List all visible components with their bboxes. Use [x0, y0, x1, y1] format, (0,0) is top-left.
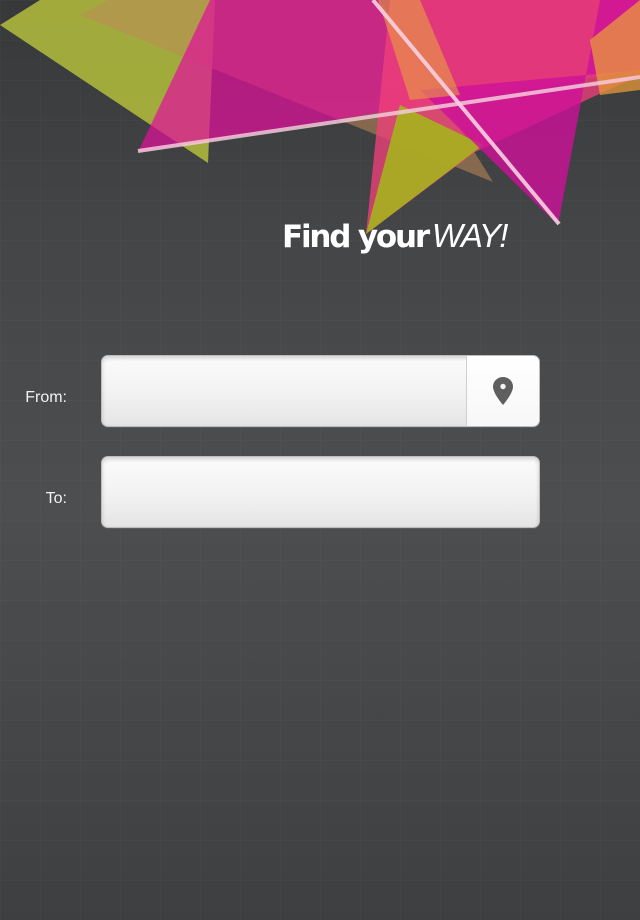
to-label: To:	[45, 490, 67, 507]
to-input[interactable]	[102, 457, 539, 527]
title-italic: WAY!	[431, 217, 509, 254]
highlight-stripe-diagonal	[371, 0, 561, 226]
orange-triangle	[590, 0, 640, 95]
to-field[interactable]	[101, 456, 540, 528]
locate-button[interactable]	[466, 356, 539, 426]
from-field[interactable]	[101, 355, 540, 427]
highlight-stripe-horizontal	[137, 75, 640, 153]
olive-triangle-left	[0, 0, 215, 163]
decorative-triangles	[0, 0, 640, 234]
magenta-triangle-right	[420, 0, 640, 225]
from-label: From:	[25, 389, 67, 406]
from-input[interactable]	[102, 356, 468, 426]
app-title: Find your WAY!	[282, 213, 509, 259]
tan-triangle	[80, 0, 493, 182]
pink-triangle	[366, 0, 640, 234]
orange-sliver	[378, 0, 460, 100]
map-pin-icon	[493, 377, 513, 405]
title-strong: Find your	[282, 219, 430, 255]
magenta-triangle-left	[138, 0, 640, 152]
